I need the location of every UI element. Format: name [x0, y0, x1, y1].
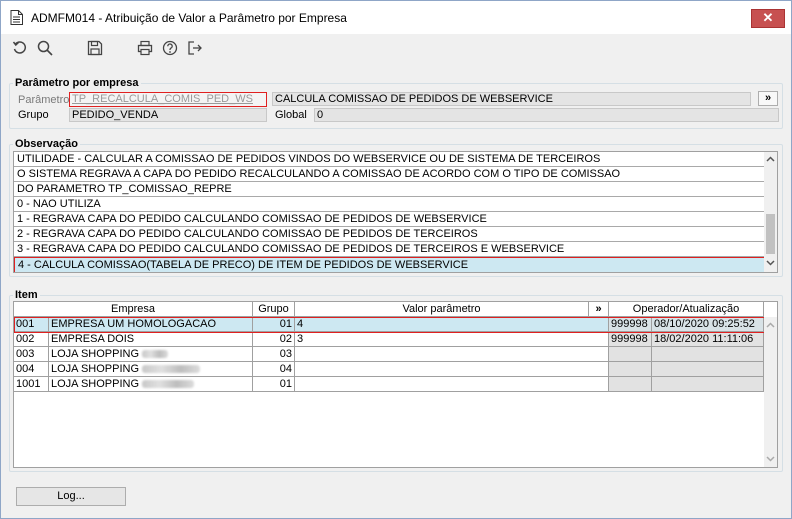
- header-operador[interactable]: Operador/Atualização: [609, 302, 764, 317]
- help-icon[interactable]: [160, 38, 180, 58]
- table-row[interactable]: 004 LOJA SHOPPING 04: [14, 362, 764, 377]
- item-group-title: Item: [13, 289, 40, 301]
- expand-param-button[interactable]: »: [758, 91, 778, 106]
- cell-grupo: 01: [253, 377, 295, 392]
- item-table: Empresa Grupo Valor parâmetro » Operador…: [13, 301, 778, 468]
- redacted-text: [142, 365, 201, 374]
- app-window: ADMFM014 - Atribuição de Valor a Parâmet…: [0, 0, 792, 519]
- observacao-line: 0 - NAO UTILIZA: [14, 197, 765, 212]
- search-icon[interactable]: [35, 38, 55, 58]
- global-field: 0: [314, 108, 779, 122]
- cell-atualizacao: [652, 377, 764, 392]
- cell-valor[interactable]: [295, 347, 609, 362]
- cell-atualizacao: 18/02/2020 11:11:06: [652, 332, 764, 347]
- redacted-text: [142, 350, 169, 359]
- cell-operador: 999998: [609, 332, 652, 347]
- cell-valor[interactable]: 3: [295, 332, 609, 347]
- header-grupo[interactable]: Grupo: [253, 302, 295, 317]
- cell-cod: 004: [14, 362, 49, 377]
- observacao-scrollbar[interactable]: [764, 152, 777, 272]
- cell-cod: 1001: [14, 377, 49, 392]
- cell-cod: 002: [14, 332, 49, 347]
- document-icon: [10, 10, 23, 25]
- cell-grupo: 02: [253, 332, 295, 347]
- item-scrollbar[interactable]: [764, 317, 777, 467]
- exit-icon[interactable]: [185, 38, 205, 58]
- cell-empresa: LOJA SHOPPING: [49, 377, 253, 392]
- scroll-up-icon[interactable]: [766, 156, 775, 162]
- cell-valor[interactable]: [295, 362, 609, 377]
- cell-cod: 003: [14, 347, 49, 362]
- observacao-line-selected: 4 - CALCULA COMISSAO(TABELA DE PRECO) DE…: [14, 257, 765, 272]
- header-empresa[interactable]: Empresa: [14, 302, 253, 317]
- save-icon[interactable]: [85, 38, 105, 58]
- observacao-line: UTILIDADE - CALCULAR A COMISSAO DE PEDID…: [14, 152, 765, 167]
- empresa-name: LOJA SHOPPING: [51, 378, 140, 390]
- table-row[interactable]: 001 EMPRESA UM HOMOLOGACAO 01 4 999998 0…: [14, 317, 764, 332]
- cell-grupo: 03: [253, 347, 295, 362]
- observacao-line: DO PARAMETRO TP_COMISSAO_REPRE: [14, 182, 765, 197]
- table-row[interactable]: 002 EMPRESA DOIS 02 3 999998 18/02/2020 …: [14, 332, 764, 347]
- table-row[interactable]: 003 LOJA SHOPPING 03: [14, 347, 764, 362]
- parametro-label: Parâmetro: [18, 94, 70, 106]
- scroll-down-icon[interactable]: [766, 260, 775, 266]
- cell-operador: [609, 362, 652, 377]
- empresa-name: LOJA SHOPPING: [51, 348, 140, 360]
- cell-grupo: 04: [253, 362, 295, 377]
- toolbar: [1, 34, 791, 62]
- observacao-line: 3 - REGRAVA CAPA DO PEDIDO CALCULANDO CO…: [14, 242, 765, 257]
- cell-operador: 999998: [609, 317, 652, 332]
- observacao-line: O SISTEMA REGRAVA A CAPA DO PEDIDO RECAL…: [14, 167, 765, 182]
- cell-empresa: LOJA SHOPPING: [49, 362, 253, 377]
- scroll-down-icon[interactable]: [766, 456, 775, 462]
- cell-grupo: 01: [253, 317, 295, 332]
- grupo-field: PEDIDO_VENDA: [69, 108, 267, 122]
- empresa-name: LOJA SHOPPING: [51, 363, 140, 375]
- observacao-line: 2 - REGRAVA CAPA DO PEDIDO CALCULANDO CO…: [14, 227, 765, 242]
- cell-cod: 001: [14, 317, 49, 332]
- close-button[interactable]: ✕: [751, 9, 785, 28]
- cell-atualizacao: 08/10/2020 09:25:52: [652, 317, 764, 332]
- observacao-line: 1 - REGRAVA CAPA DO PEDIDO CALCULANDO CO…: [14, 212, 765, 227]
- undo-icon[interactable]: [10, 38, 30, 58]
- cell-empresa: EMPRESA DOIS: [49, 332, 253, 347]
- descricao-field: CALCULA COMISSAO DE PEDIDOS DE WEBSERVIC…: [272, 92, 751, 106]
- table-row[interactable]: 1001 LOJA SHOPPING 01: [14, 377, 764, 392]
- log-button[interactable]: Log...: [16, 487, 126, 506]
- redacted-text: [142, 380, 195, 389]
- parametro-field[interactable]: TP_RECALCULA_COMIS_PED_WS: [69, 92, 267, 107]
- cell-operador: [609, 377, 652, 392]
- param-group-title: Parâmetro por empresa: [13, 77, 141, 89]
- scroll-thumb[interactable]: [766, 214, 775, 254]
- grupo-label: Grupo: [18, 109, 49, 121]
- window-title: ADMFM014 - Atribuição de Valor a Parâmet…: [31, 11, 347, 25]
- header-expand[interactable]: »: [589, 302, 609, 317]
- global-label: Global: [275, 109, 307, 121]
- observacao-textarea[interactable]: UTILIDADE - CALCULAR A COMISSAO DE PEDID…: [13, 151, 778, 273]
- scroll-up-icon[interactable]: [766, 322, 775, 328]
- cell-empresa: LOJA SHOPPING: [49, 347, 253, 362]
- cell-operador: [609, 347, 652, 362]
- title-bar: ADMFM014 - Atribuição de Valor a Parâmet…: [1, 1, 791, 34]
- cell-atualizacao: [652, 347, 764, 362]
- cell-empresa: EMPRESA UM HOMOLOGACAO: [49, 317, 253, 332]
- cell-valor[interactable]: 4: [295, 317, 609, 332]
- print-icon[interactable]: [135, 38, 155, 58]
- header-valor[interactable]: Valor parâmetro: [295, 302, 589, 317]
- observacao-group-title: Observação: [13, 138, 80, 150]
- cell-valor[interactable]: [295, 377, 609, 392]
- cell-atualizacao: [652, 362, 764, 377]
